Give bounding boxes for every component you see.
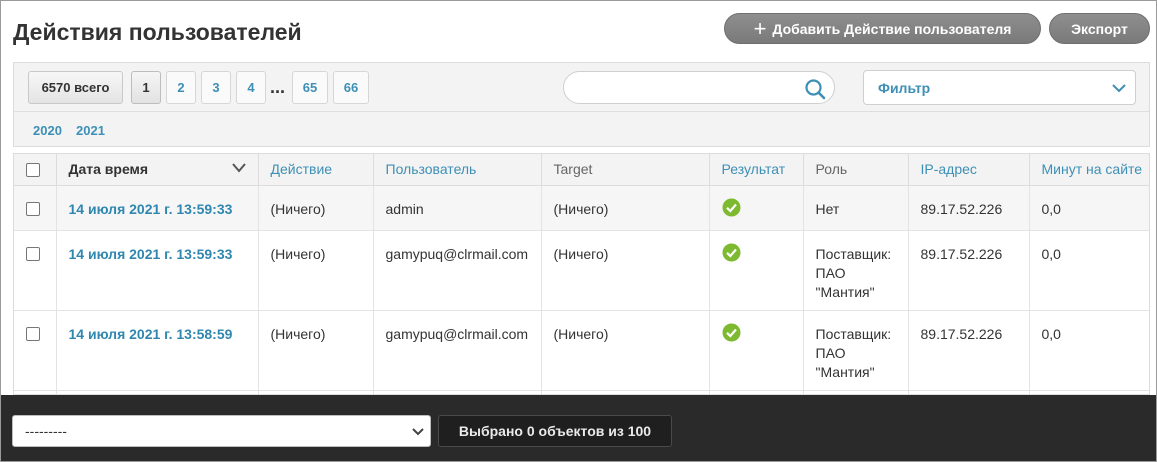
column-header-user[interactable]: Пользователь: [373, 154, 542, 186]
row-select-cell: [14, 185, 57, 231]
sort-desc-icon[interactable]: [231, 162, 246, 174]
result-cell: [709, 230, 804, 311]
result-cell: [709, 310, 804, 391]
toolbar-divider: [14, 111, 1149, 112]
list-toolbar: 6570 всего 1 2 3 4 ... 65 66 Фильтр 2020…: [13, 62, 1150, 147]
page-66-button[interactable]: 66: [333, 71, 369, 104]
datetime-link[interactable]: 14 июля 2021 г. 13:59:33: [56, 185, 259, 231]
search-input[interactable]: [578, 79, 798, 97]
bulk-action-value: ---------: [25, 423, 67, 439]
filter-dropdown[interactable]: Фильтр: [863, 70, 1136, 105]
row-select-cell: [14, 230, 57, 311]
ip-cell: 89.17.52.226: [908, 185, 1030, 231]
search-box[interactable]: [563, 71, 835, 104]
row-checkbox[interactable]: [26, 201, 40, 216]
bulk-action-bar: --------- Выбрано 0 объектов из 100: [1, 395, 1156, 461]
target-cell: (Ничего): [541, 230, 710, 311]
success-check-icon: [722, 323, 740, 341]
table-header-row: Дата время Действие Пользователь Target …: [14, 154, 1149, 186]
actions-table: Дата время Действие Пользователь Target …: [13, 153, 1150, 395]
minutes-cell: 0,0: [1029, 185, 1149, 231]
role-line: ПАО: [815, 264, 846, 281]
column-header-target: Target: [541, 154, 710, 186]
row-checkbox[interactable]: [26, 246, 40, 261]
column-header-datetime[interactable]: Дата время: [56, 154, 259, 186]
role-cell: Поставщик: ПАО "Мантия": [803, 310, 909, 391]
minutes-cell: 0,0: [1029, 230, 1149, 311]
column-header-label: Дата время: [68, 161, 149, 178]
action-cell: (Ничего): [258, 310, 374, 391]
row-select-cell: [14, 310, 57, 391]
page-3-button[interactable]: 3: [201, 71, 231, 104]
add-user-action-button[interactable]: + Добавить Действие пользователя: [724, 13, 1041, 44]
action-cell: (Ничего): [258, 185, 374, 231]
year-2020-link[interactable]: 2020: [33, 123, 62, 138]
year-2021-link[interactable]: 2021: [76, 123, 105, 138]
admin-window: Действия пользователей + Добавить Действ…: [0, 0, 1157, 462]
page-2-button[interactable]: 2: [166, 71, 196, 104]
column-header-minutes[interactable]: Минут на сайте: [1029, 154, 1149, 186]
role-cell: Нет: [803, 185, 909, 231]
user-cell: gamypuq@clrmail.com: [373, 310, 542, 391]
role-cell: Поставщик: ПАО "Мантия": [803, 230, 909, 311]
datetime-link[interactable]: 14 июля 2021 г. 13:58:59: [56, 310, 259, 391]
role-line: "Мантия": [815, 363, 875, 380]
bulk-action-select[interactable]: ---------: [12, 415, 431, 447]
column-header-action[interactable]: Действие: [258, 154, 374, 186]
role-line: Поставщик:: [815, 245, 892, 262]
target-cell: (Ничего): [541, 310, 710, 391]
minutes-cell: 0,0: [1029, 310, 1149, 391]
table-row: 14 июля 2021 г. 13:58:59 (Ничего) gamypu…: [14, 310, 1149, 391]
page-title: Действия пользователей: [13, 19, 302, 45]
table-row: 14 июля 2021 г. 13:59:33 (Ничего) admin …: [14, 185, 1149, 231]
pagination-ellipsis: ...: [270, 77, 286, 97]
selected-count-button[interactable]: Выбрано 0 объектов из 100: [438, 415, 672, 447]
row-checkbox[interactable]: [26, 326, 40, 341]
role-line: ПАО: [815, 344, 846, 361]
chevron-down-icon: [412, 428, 424, 436]
target-cell: (Ничего): [541, 185, 710, 231]
search-icon[interactable]: [804, 78, 826, 100]
select-all-checkbox[interactable]: [26, 163, 40, 178]
export-button[interactable]: Экспорт: [1049, 13, 1150, 44]
result-cell: [709, 185, 804, 231]
chevron-down-icon: [1112, 84, 1126, 93]
page-1-button[interactable]: 1: [131, 71, 161, 104]
role-line: Поставщик:: [815, 325, 892, 342]
ip-cell: 89.17.52.226: [908, 310, 1030, 391]
column-header-role: Роль: [803, 154, 909, 186]
column-header-result[interactable]: Результат: [709, 154, 804, 186]
success-check-icon: [722, 243, 740, 261]
user-cell: admin: [373, 185, 542, 231]
action-cell: (Ничего): [258, 230, 374, 311]
export-button-label: Экспорт: [1071, 20, 1128, 37]
page-65-button[interactable]: 65: [292, 71, 328, 104]
table-row: 14 июля 2021 г. 13:59:33 (Ничего) gamypu…: [14, 230, 1149, 311]
page-4-button[interactable]: 4: [236, 71, 266, 104]
role-line: "Мантия": [815, 283, 875, 300]
column-header-ip[interactable]: IP-адрес: [908, 154, 1030, 186]
select-all-cell: [14, 154, 57, 186]
user-cell: gamypuq@clrmail.com: [373, 230, 542, 311]
plus-icon: +: [753, 15, 767, 41]
total-count: 6570 всего: [28, 71, 123, 104]
add-button-label: Добавить Действие пользователя: [772, 20, 1012, 37]
ip-cell: 89.17.52.226: [908, 230, 1030, 311]
role-line: Нет: [815, 200, 840, 217]
datetime-link[interactable]: 14 июля 2021 г. 13:59:33: [56, 230, 259, 311]
success-check-icon: [722, 198, 740, 216]
filter-label: Фильтр: [878, 79, 931, 96]
